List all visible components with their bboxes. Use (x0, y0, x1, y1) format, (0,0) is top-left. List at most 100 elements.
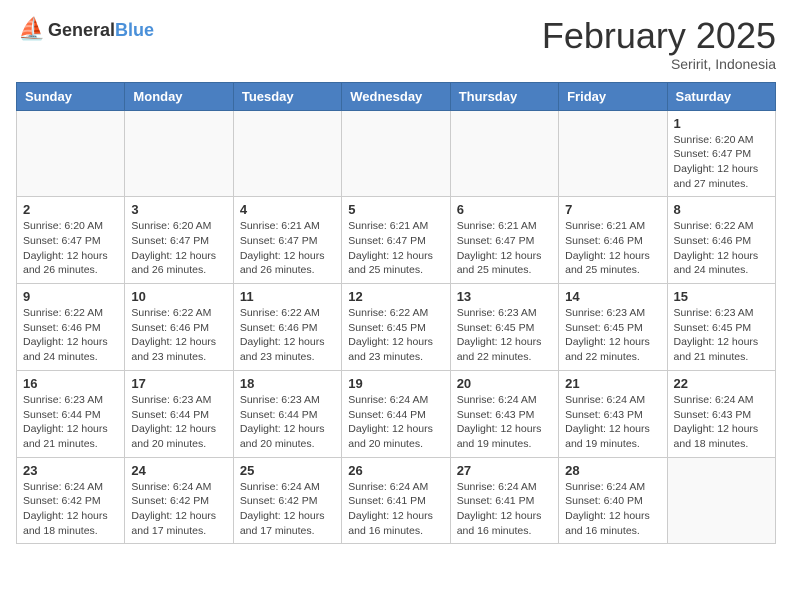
day-info: Sunrise: 6:24 AM Sunset: 6:41 PM Dayligh… (348, 480, 443, 539)
calendar-cell: 3 Sunrise: 6:20 AM Sunset: 6:47 PM Daylig… (125, 197, 233, 284)
calendar-cell: 20Sunrise: 6:24 AM Sunset: 6:43 PM Dayli… (450, 370, 558, 457)
day-number: 19 (348, 376, 443, 391)
calendar-cell: 15 Sunrise: 6:23 AM Sunset: 6:45 PM Dayli… (667, 284, 775, 371)
day-number: 4 (240, 202, 335, 217)
day-number: 21 (565, 376, 660, 391)
calendar-cell: 17 Sunrise: 6:23 AM Sunset: 6:44 PM Dayli… (125, 370, 233, 457)
calendar-cell: 6 Sunrise: 6:21 AM Sunset: 6:47 PM Daylig… (450, 197, 558, 284)
title-block: February 2025 Seririt, Indonesia (542, 16, 776, 72)
calendar-cell: 14 Sunrise: 6:23 AM Sunset: 6:45 PM Dayli… (559, 284, 667, 371)
day-info: Sunrise: 6:23 AM Sunset: 6:45 PM Dayligh… (565, 306, 660, 365)
day-number: 17 (131, 376, 226, 391)
calendar-week-4: 16 Sunrise: 6:23 AM Sunset: 6:44 PM Dayli… (17, 370, 776, 457)
calendar-cell: 26 Sunrise: 6:24 AM Sunset: 6:41 PM Dayli… (342, 457, 450, 544)
calendar-cell: 21Sunrise: 6:24 AM Sunset: 6:43 PM Dayli… (559, 370, 667, 457)
logo-icon: ⛵ (16, 16, 44, 44)
calendar-cell (450, 110, 558, 197)
weekday-header-monday: Monday (125, 82, 233, 110)
calendar-week-2: 2 Sunrise: 6:20 AM Sunset: 6:47 PM Daylig… (17, 197, 776, 284)
day-number: 27 (457, 463, 552, 478)
day-info: Sunrise: 6:24 AM Sunset: 6:40 PM Dayligh… (565, 480, 660, 539)
calendar-cell (17, 110, 125, 197)
day-info: Sunrise: 6:22 AM Sunset: 6:45 PM Dayligh… (348, 306, 443, 365)
calendar-cell: 22Sunrise: 6:24 AM Sunset: 6:43 PM Dayli… (667, 370, 775, 457)
calendar-week-1: 1 Sunrise: 6:20 AM Sunset: 6:47 PM Daylig… (17, 110, 776, 197)
weekday-header-saturday: Saturday (667, 82, 775, 110)
day-number: 26 (348, 463, 443, 478)
weekday-header-tuesday: Tuesday (233, 82, 341, 110)
day-number: 23 (23, 463, 118, 478)
day-info: Sunrise: 6:22 AM Sunset: 6:46 PM Dayligh… (23, 306, 118, 365)
calendar-cell: 7 Sunrise: 6:21 AM Sunset: 6:46 PM Daylig… (559, 197, 667, 284)
calendar-cell (233, 110, 341, 197)
calendar-cell: 13 Sunrise: 6:23 AM Sunset: 6:45 PM Dayli… (450, 284, 558, 371)
day-number: 12 (348, 289, 443, 304)
calendar-cell (342, 110, 450, 197)
day-info: Sunrise: 6:20 AM Sunset: 6:47 PM Dayligh… (131, 219, 226, 278)
day-number: 2 (23, 202, 118, 217)
calendar-week-3: 9Sunrise: 6:22 AM Sunset: 6:46 PM Daylig… (17, 284, 776, 371)
calendar-cell: 25 Sunrise: 6:24 AM Sunset: 6:42 PM Dayli… (233, 457, 341, 544)
logo: ⛵ GeneralBlue (16, 16, 154, 44)
page-header: ⛵ GeneralBlue February 2025 Seririt, Ind… (16, 16, 776, 72)
day-info: Sunrise: 6:21 AM Sunset: 6:47 PM Dayligh… (348, 219, 443, 278)
day-number: 16 (23, 376, 118, 391)
calendar-cell: 18 Sunrise: 6:23 AM Sunset: 6:44 PM Dayli… (233, 370, 341, 457)
day-info: Sunrise: 6:22 AM Sunset: 6:46 PM Dayligh… (674, 219, 769, 278)
weekday-header-wednesday: Wednesday (342, 82, 450, 110)
day-info: Sunrise: 6:20 AM Sunset: 6:47 PM Dayligh… (23, 219, 118, 278)
day-info: Sunrise: 6:21 AM Sunset: 6:47 PM Dayligh… (457, 219, 552, 278)
day-info: Sunrise: 6:22 AM Sunset: 6:46 PM Dayligh… (131, 306, 226, 365)
day-info: Sunrise: 6:23 AM Sunset: 6:44 PM Dayligh… (131, 393, 226, 452)
calendar-cell: 10 Sunrise: 6:22 AM Sunset: 6:46 PM Dayli… (125, 284, 233, 371)
calendar-cell: 9Sunrise: 6:22 AM Sunset: 6:46 PM Daylig… (17, 284, 125, 371)
day-info: Sunrise: 6:23 AM Sunset: 6:45 PM Dayligh… (457, 306, 552, 365)
day-number: 14 (565, 289, 660, 304)
calendar-cell (125, 110, 233, 197)
weekday-header-thursday: Thursday (450, 82, 558, 110)
calendar-cell: 19 Sunrise: 6:24 AM Sunset: 6:44 PM Dayli… (342, 370, 450, 457)
day-number: 22 (674, 376, 769, 391)
day-info: Sunrise: 6:23 AM Sunset: 6:44 PM Dayligh… (240, 393, 335, 452)
calendar-cell: 27 Sunrise: 6:24 AM Sunset: 6:41 PM Dayli… (450, 457, 558, 544)
day-number: 3 (131, 202, 226, 217)
day-number: 25 (240, 463, 335, 478)
day-number: 28 (565, 463, 660, 478)
day-info: Sunrise: 6:20 AM Sunset: 6:47 PM Dayligh… (674, 133, 769, 192)
calendar-cell: 1 Sunrise: 6:20 AM Sunset: 6:47 PM Daylig… (667, 110, 775, 197)
calendar-cell: 8Sunrise: 6:22 AM Sunset: 6:46 PM Daylig… (667, 197, 775, 284)
day-info: Sunrise: 6:24 AM Sunset: 6:42 PM Dayligh… (240, 480, 335, 539)
month-title: February 2025 (542, 16, 776, 56)
day-number: 10 (131, 289, 226, 304)
calendar-cell (559, 110, 667, 197)
day-number: 7 (565, 202, 660, 217)
day-number: 6 (457, 202, 552, 217)
day-number: 5 (348, 202, 443, 217)
weekday-header-sunday: Sunday (17, 82, 125, 110)
calendar-week-5: 23 Sunrise: 6:24 AM Sunset: 6:42 PM Dayli… (17, 457, 776, 544)
day-number: 24 (131, 463, 226, 478)
day-number: 18 (240, 376, 335, 391)
day-info: Sunrise: 6:24 AM Sunset: 6:44 PM Dayligh… (348, 393, 443, 452)
day-info: Sunrise: 6:24 AM Sunset: 6:42 PM Dayligh… (23, 480, 118, 539)
day-info: Sunrise: 6:21 AM Sunset: 6:46 PM Dayligh… (565, 219, 660, 278)
day-info: Sunrise: 6:21 AM Sunset: 6:47 PM Dayligh… (240, 219, 335, 278)
calendar-cell: 24 Sunrise: 6:24 AM Sunset: 6:42 PM Dayli… (125, 457, 233, 544)
day-info: Sunrise: 6:23 AM Sunset: 6:45 PM Dayligh… (674, 306, 769, 365)
day-number: 15 (674, 289, 769, 304)
calendar-header-row: SundayMondayTuesdayWednesdayThursdayFrid… (17, 82, 776, 110)
logo-blue: Blue (115, 20, 154, 40)
day-number: 13 (457, 289, 552, 304)
svg-text:⛵: ⛵ (18, 16, 44, 41)
calendar-cell: 11 Sunrise: 6:22 AM Sunset: 6:46 PM Dayli… (233, 284, 341, 371)
weekday-header-friday: Friday (559, 82, 667, 110)
day-info: Sunrise: 6:22 AM Sunset: 6:46 PM Dayligh… (240, 306, 335, 365)
calendar-cell (667, 457, 775, 544)
calendar-cell: 23 Sunrise: 6:24 AM Sunset: 6:42 PM Dayli… (17, 457, 125, 544)
calendar-cell: 4 Sunrise: 6:21 AM Sunset: 6:47 PM Daylig… (233, 197, 341, 284)
day-number: 11 (240, 289, 335, 304)
day-info: Sunrise: 6:24 AM Sunset: 6:42 PM Dayligh… (131, 480, 226, 539)
day-info: Sunrise: 6:24 AM Sunset: 6:41 PM Dayligh… (457, 480, 552, 539)
day-number: 1 (674, 116, 769, 131)
location-title: Seririt, Indonesia (542, 56, 776, 72)
